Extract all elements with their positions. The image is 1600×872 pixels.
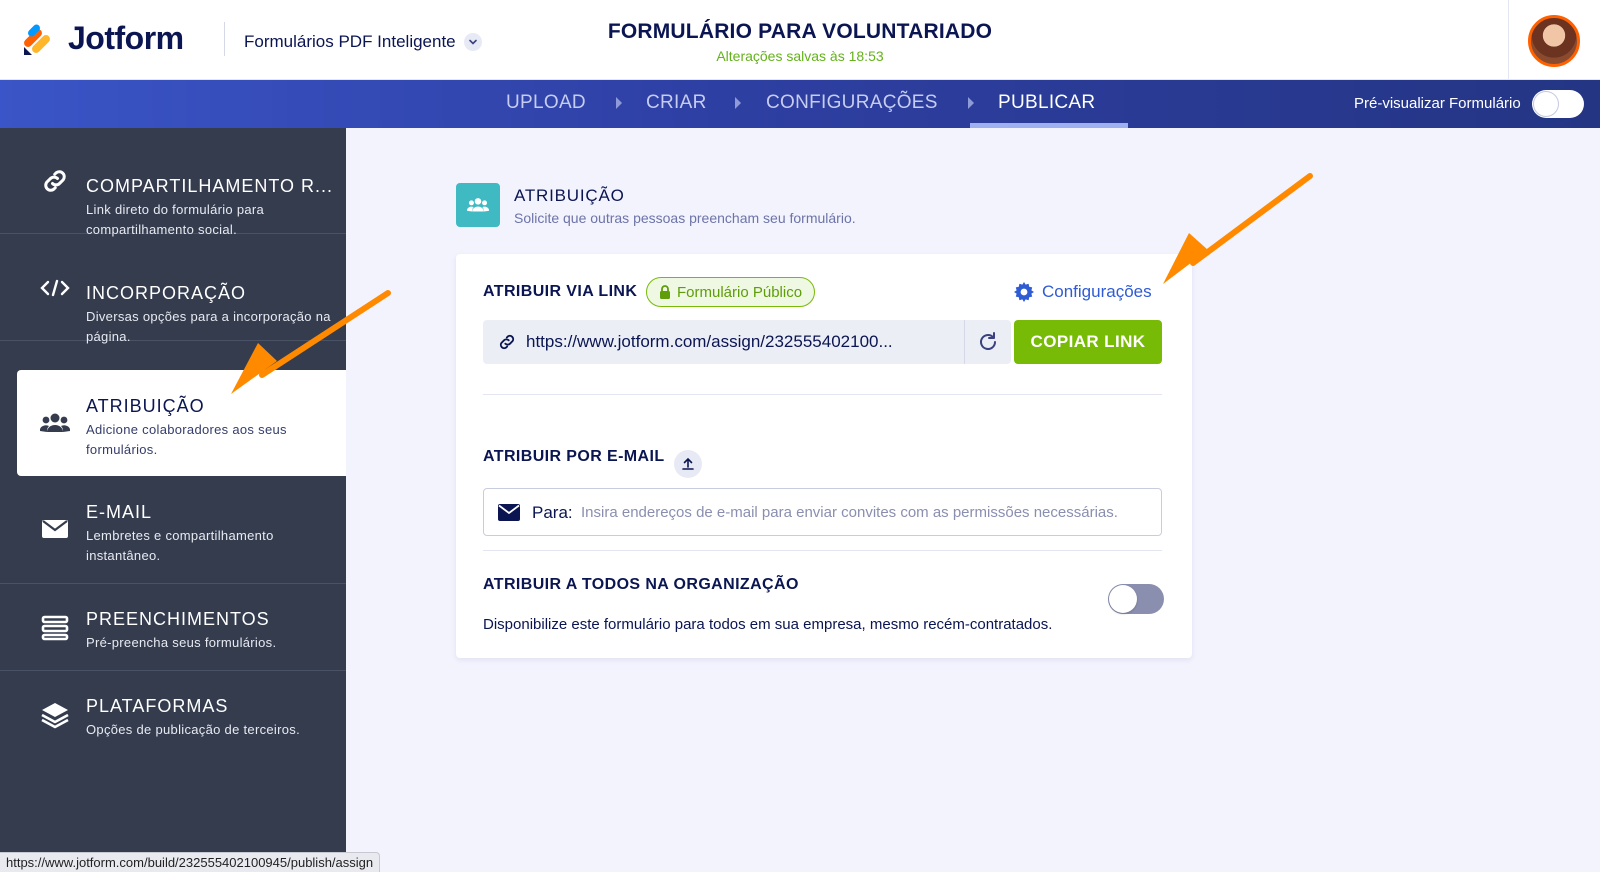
assign-org-desc: Disponibilize este formulário para todos…	[483, 616, 1053, 633]
sidebar-item-plataformas[interactable]: PLATAFORMAS Opções de publicação de terc…	[0, 672, 346, 758]
assign-link-label: ATRIBUIR VIA LINK	[483, 283, 638, 300]
user-avatar[interactable]	[1528, 15, 1580, 67]
form-title[interactable]: FORMULÁRIO PARA VOLUNTARIADO	[500, 20, 1100, 44]
users-icon	[38, 406, 72, 440]
sidebar-item-title: COMPARTILHAMENTO R...	[86, 176, 334, 196]
sidebar-item-desc: Opções de publicação de terceiros.	[86, 722, 300, 737]
upload-icon	[682, 457, 694, 470]
sidebar-item-incorporacao[interactable]: INCORPORAÇÃO Diversas opções para a inco…	[0, 235, 346, 344]
link-icon	[497, 332, 517, 357]
assign-org-toggle[interactable]	[1108, 584, 1164, 614]
saved-status: Alterações salvas às 18:53	[716, 48, 884, 64]
assign-org-label: ATRIBUIR A TODOS NA ORGANIZAÇÃO	[483, 576, 799, 593]
sidebar-item-title: INCORPORAÇÃO	[86, 283, 247, 303]
jotform-logo-icon	[20, 21, 56, 57]
email-input[interactable]	[581, 498, 1151, 526]
publish-sidebar: COMPARTILHAMENTO R... Link direto do for…	[0, 128, 346, 872]
envelope-icon	[38, 512, 72, 546]
sidebar-item-desc: Lembretes e compartilhamento instantâneo…	[86, 528, 274, 563]
section-title: ATRIBUIÇÃO	[514, 186, 625, 205]
sidebar-item-title: ATRIBUIÇÃO	[86, 396, 205, 416]
product-name: Formulários PDF Inteligente	[244, 32, 456, 51]
top-header: Jotform Formulários PDF Inteligente FORM…	[0, 0, 1600, 80]
preview-label: Pré-visualizar Formulário	[1354, 95, 1521, 112]
section-divider	[483, 394, 1162, 395]
layers-icon	[38, 698, 72, 732]
sidebar-item-title: E-MAIL	[86, 502, 153, 522]
sidebar-item-compartilhamento[interactable]: COMPARTILHAMENTO R... Link direto do for…	[0, 128, 346, 237]
chevron-down-icon	[463, 33, 482, 51]
email-to-label: Para:	[532, 503, 573, 522]
builder-nav: UPLOAD CRIAR CONFIGURAÇÕES PUBLICAR Pré-…	[0, 80, 1600, 128]
envelope-icon	[498, 504, 520, 526]
tab-publicar[interactable]: PUBLICAR	[998, 92, 1095, 114]
chevron-right-icon	[735, 97, 741, 109]
public-badge-label: Formulário Público	[677, 283, 803, 301]
sidebar-item-desc: Pré-preencha seus formulários.	[86, 635, 277, 650]
chevron-right-icon	[616, 97, 622, 109]
toggle-knob	[1534, 92, 1558, 116]
copy-link-button[interactable]: COPIAR LINK	[1014, 320, 1162, 364]
jotform-logo[interactable]: Jotform	[20, 20, 184, 57]
refresh-icon	[980, 332, 996, 350]
lock-icon	[660, 285, 670, 299]
header-divider	[224, 22, 225, 56]
browser-status-url: https://www.jotform.com/build/2325554021…	[0, 852, 381, 872]
gear-icon	[1014, 282, 1034, 302]
active-tab-indicator	[970, 123, 1128, 128]
refresh-link-button[interactable]	[964, 320, 1011, 364]
tab-upload[interactable]: UPLOAD	[506, 92, 586, 114]
sidebar-item-email[interactable]: E-MAIL Lembretes e compartilhamento inst…	[0, 478, 346, 584]
assign-link-url: https://www.jotform.com/assign/232555402…	[526, 332, 893, 351]
settings-link[interactable]: Configurações	[1014, 282, 1152, 302]
settings-link-label: Configurações	[1042, 282, 1152, 301]
public-form-badge[interactable]: Formulário Público	[646, 277, 816, 307]
preview-toggle[interactable]	[1532, 90, 1584, 118]
sidebar-item-desc: Diversas opções para a incorporação na p…	[86, 309, 331, 344]
tab-configuracoes[interactable]: CONFIGURAÇÕES	[766, 92, 938, 114]
toggle-knob	[1109, 585, 1137, 613]
sidebar-item-title: PREENCHIMENTOS	[86, 609, 270, 629]
assign-card: ATRIBUIR VIA LINK Formulário Público Con…	[456, 254, 1192, 658]
product-switcher[interactable]: Formulários PDF Inteligente	[244, 32, 482, 52]
sidebar-item-title: PLATAFORMAS	[86, 696, 229, 716]
upload-csv-button[interactable]	[674, 450, 702, 478]
link-icon	[38, 164, 72, 198]
sidebar-item-atribuicao[interactable]: ATRIBUIÇÃO Adicione colaboradores aos se…	[17, 370, 346, 476]
assign-link-field[interactable]: https://www.jotform.com/assign/232555402…	[483, 320, 1011, 364]
logo-text: Jotform	[68, 20, 184, 56]
code-icon	[38, 271, 72, 305]
email-recipients-field[interactable]: Para:	[483, 488, 1162, 536]
tab-criar[interactable]: CRIAR	[646, 92, 707, 114]
sidebar-item-desc: Adicione colaboradores aos seus formulár…	[86, 422, 287, 457]
list-icon	[38, 611, 72, 645]
header-right-divider	[1508, 0, 1509, 80]
assign-section-icon	[456, 183, 500, 227]
sidebar-item-preenchimentos[interactable]: PREENCHIMENTOS Pré-preencha seus formulá…	[0, 585, 346, 671]
assign-email-label: ATRIBUIR POR E-MAIL	[483, 448, 665, 465]
section-subtitle: Solicite que outras pessoas preencham se…	[514, 210, 856, 226]
chevron-right-icon	[968, 97, 974, 109]
section-divider	[483, 550, 1162, 551]
sidebar-item-desc: Link direto do formulário para compartil…	[86, 202, 265, 237]
